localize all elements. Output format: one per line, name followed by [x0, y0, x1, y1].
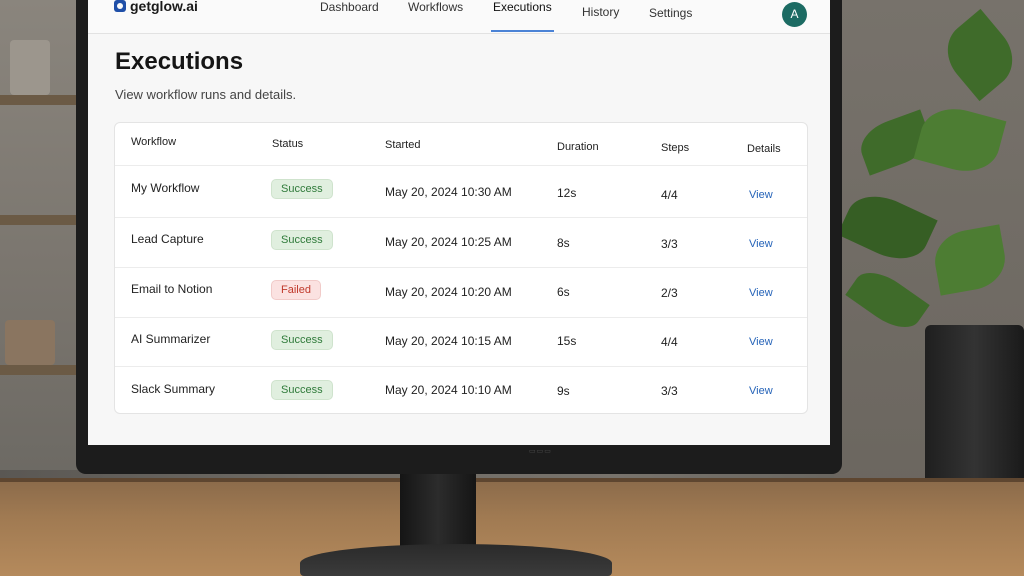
status-badge: Success — [271, 330, 333, 350]
cell-duration: 8s — [557, 236, 570, 250]
tab-dashboard[interactable]: Dashboard — [320, 0, 379, 20]
row-divider — [115, 267, 807, 268]
app-screen: getglow.ai Dashboard Workflows Execution… — [88, 0, 830, 445]
row-divider — [115, 366, 807, 367]
row-divider — [115, 217, 807, 218]
cell-started: May 20, 2024 10:25 AM — [385, 235, 512, 249]
cell-started: May 20, 2024 10:10 AM — [385, 383, 512, 397]
shelf-basket — [5, 320, 55, 365]
cell-steps: 3/3 — [661, 384, 678, 398]
column-header-status[interactable]: Status — [272, 138, 303, 150]
desk-edge — [0, 478, 1024, 482]
shelf-vase — [10, 40, 50, 95]
cell-steps: 4/4 — [661, 188, 678, 202]
cell-started: May 20, 2024 10:20 AM — [385, 285, 512, 299]
cell-duration: 15s — [557, 334, 577, 348]
view-details-link[interactable]: View — [749, 189, 773, 201]
cell-workflow: Slack Summary — [131, 382, 216, 396]
status-badge: Success — [271, 230, 333, 250]
status-badge: Success — [271, 380, 333, 400]
cell-duration: 9s — [557, 384, 570, 398]
cell-workflow: Lead Capture — [131, 232, 204, 246]
tab-executions[interactable]: Executions — [491, 0, 554, 32]
tab-settings[interactable]: Settings — [649, 6, 692, 26]
cell-workflow: AI Summarizer — [131, 332, 211, 346]
cell-workflow: My Workflow — [131, 181, 200, 195]
cell-steps: 3/3 — [661, 237, 678, 251]
monitor-brand-mark: ▭▭▭ — [529, 448, 552, 455]
avatar[interactable]: A — [782, 2, 807, 27]
column-header-steps[interactable]: Steps — [661, 142, 689, 154]
executions-table: Workflow Status Started Duration Steps D… — [114, 122, 808, 414]
page-subtitle: View workflow runs and details. — [115, 87, 297, 102]
shelf — [0, 365, 80, 375]
app-logo[interactable]: getglow.ai — [114, 0, 198, 14]
column-header-workflow[interactable]: Workflow — [131, 136, 176, 148]
view-details-link[interactable]: View — [749, 336, 773, 348]
shield-logo-icon — [114, 0, 126, 12]
background-shelves — [0, 0, 80, 470]
cell-duration: 12s — [557, 186, 577, 200]
shelf — [0, 215, 80, 225]
status-badge: Success — [271, 179, 333, 199]
cell-started: May 20, 2024 10:15 AM — [385, 334, 512, 348]
top-nav: getglow.ai Dashboard Workflows Execution… — [88, 0, 830, 34]
cell-started: May 20, 2024 10:30 AM — [385, 185, 512, 199]
row-divider — [115, 165, 807, 166]
status-badge: Failed — [271, 280, 321, 300]
cell-workflow: Email to Notion — [131, 282, 213, 296]
column-header-details[interactable]: Details — [747, 143, 781, 155]
cell-steps: 2/3 — [661, 286, 678, 300]
logo-text: getglow.ai — [130, 0, 198, 14]
cell-steps: 4/4 — [661, 335, 678, 349]
view-details-link[interactable]: View — [749, 287, 773, 299]
tab-history[interactable]: History — [582, 5, 619, 25]
tab-workflows[interactable]: Workflows — [408, 0, 463, 20]
view-details-link[interactable]: View — [749, 238, 773, 250]
cell-duration: 6s — [557, 285, 570, 299]
page-title: Executions — [115, 48, 244, 75]
view-details-link[interactable]: View — [749, 385, 773, 397]
monitor-stand — [400, 474, 476, 554]
column-header-duration[interactable]: Duration — [557, 141, 599, 153]
monitor-base — [300, 544, 612, 576]
shelf — [0, 95, 80, 105]
column-header-started[interactable]: Started — [385, 139, 420, 151]
row-divider — [115, 317, 807, 318]
